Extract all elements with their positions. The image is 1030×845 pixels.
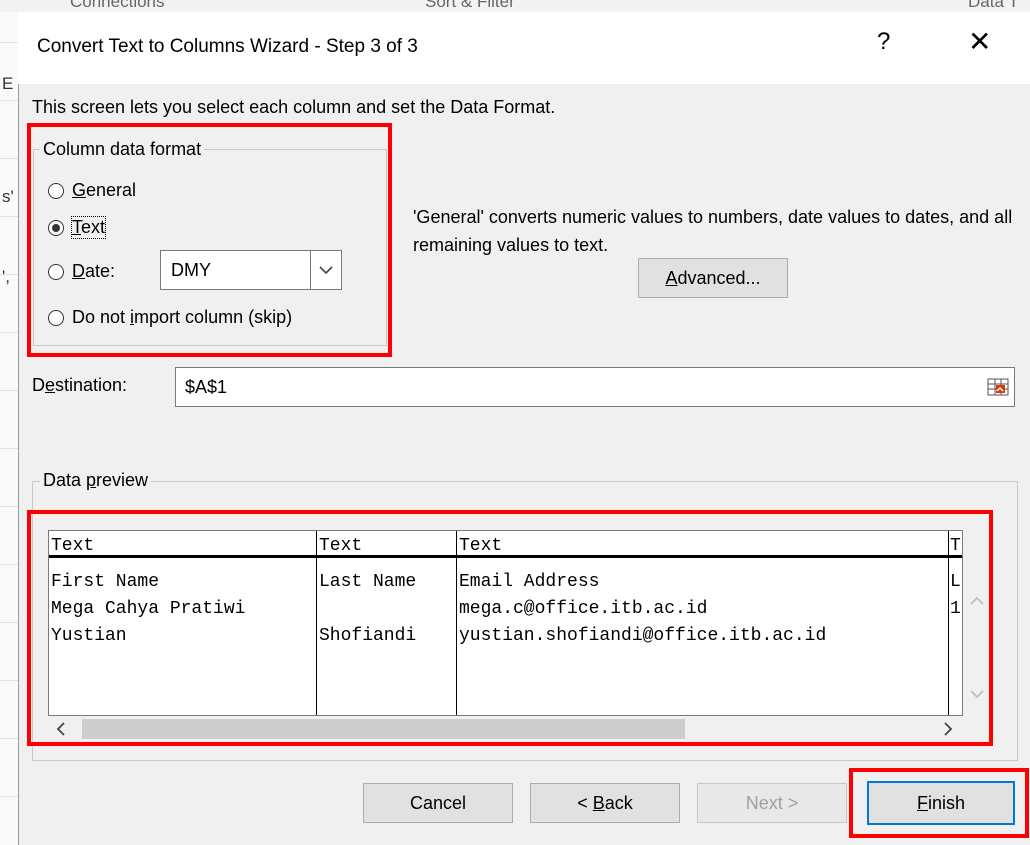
range-select-icon (987, 378, 1009, 396)
collapse-dialog-button[interactable] (986, 375, 1010, 399)
destination-input[interactable]: $A$1 (175, 367, 1015, 407)
advanced-button[interactable]: Advanced... (638, 258, 788, 298)
advanced-button-label: Advanced... (665, 267, 761, 288)
highlight-finish-button (849, 768, 1029, 838)
close-button[interactable]: ✕ (968, 28, 991, 56)
cancel-button[interactable]: Cancel (363, 783, 513, 823)
destination-label: Destination: (32, 375, 128, 395)
highlight-column-format (27, 123, 392, 357)
format-description: 'General' converts numeric values to num… (413, 207, 1013, 255)
ribbon-group-data-tools: Data T (968, 0, 1019, 11)
back-button[interactable]: < Back (530, 783, 680, 823)
highlight-data-preview (27, 510, 993, 746)
destination-value: $A$1 (185, 377, 228, 397)
help-button[interactable]: ? (877, 28, 890, 56)
sheet-cell-fragment: s' (2, 187, 14, 206)
excel-sheet-edge: E s' ', (0, 12, 19, 845)
next-button[interactable]: Next > (697, 783, 847, 823)
dialog-title: Convert Text to Columns Wizard - Step 3 … (37, 36, 418, 57)
dialog-instructions: This screen lets you select each column … (32, 97, 556, 117)
sheet-cell-fragment: ', (2, 267, 10, 286)
back-button-label: < Back (577, 792, 633, 813)
sheet-cell-fragment: E (2, 74, 14, 93)
ribbon-group-sort-filter: Sort & Filter (425, 0, 515, 11)
ribbon-group-connections: Connections (70, 0, 165, 11)
data-preview-legend: Data preview (40, 470, 152, 491)
